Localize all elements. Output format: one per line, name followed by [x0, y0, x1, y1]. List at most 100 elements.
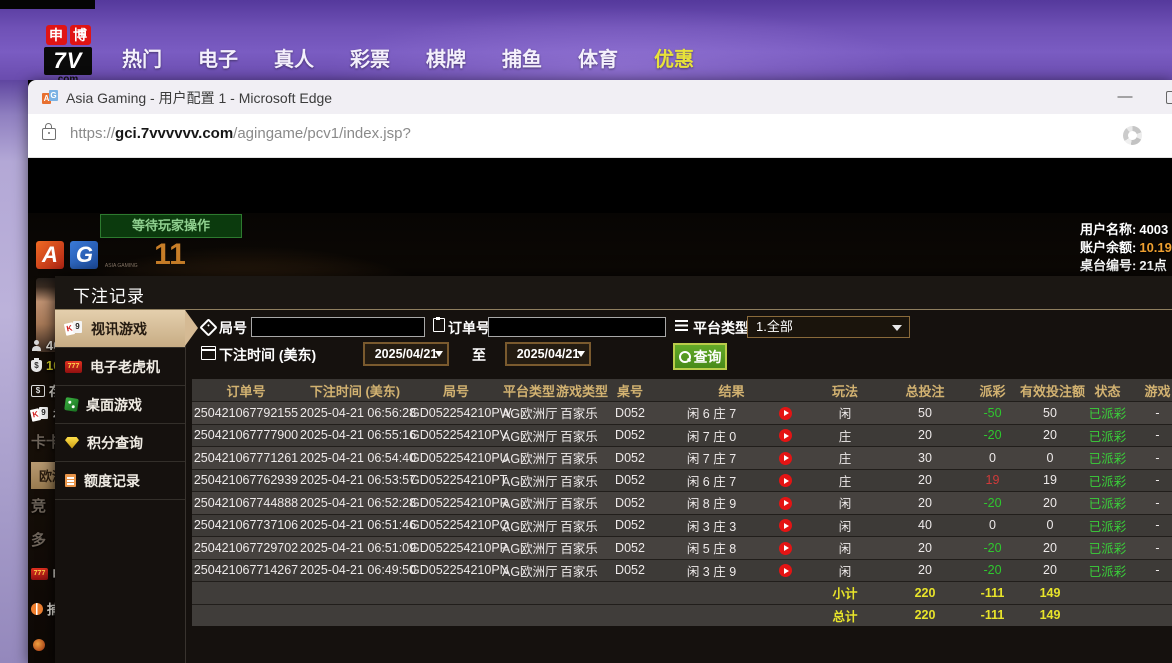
- list-icon: [675, 320, 688, 331]
- sidebar-item-label: 桌面游戏: [86, 395, 142, 415]
- cell: 250421067714267: [192, 563, 300, 577]
- sidebar-item-视讯游戏[interactable]: 视讯游戏: [55, 310, 185, 348]
- cell: -50: [965, 406, 1020, 420]
- cell: 已派彩: [1080, 493, 1135, 512]
- nav-item-真人[interactable]: 真人: [274, 43, 314, 72]
- date-from-select[interactable]: 2025/04/21: [363, 342, 449, 366]
- round-number-input[interactable]: [251, 317, 425, 337]
- cell: 2025-04-21 06:52:28: [300, 496, 410, 510]
- search-icon: [679, 351, 691, 363]
- cell: 50: [1020, 406, 1080, 420]
- sidebar-item-额度记录[interactable]: 额度记录: [55, 462, 185, 500]
- cell: 2025-04-21 06:54:40: [300, 451, 410, 465]
- cell: 小计: [805, 583, 885, 602]
- table-row: 2504210677629392025-04-21 06:53:57GD0522…: [192, 469, 1172, 492]
- strip-item-竞[interactable]: 竞: [31, 495, 46, 516]
- cell: -111: [965, 608, 1020, 622]
- play-icon[interactable]: [779, 407, 792, 420]
- cell: GD052254210PR: [410, 496, 502, 510]
- slot777-icon: [31, 568, 48, 580]
- strip-item-多[interactable]: 多: [31, 529, 46, 550]
- sidebar-item-桌面游戏[interactable]: 桌面游戏: [55, 386, 185, 424]
- column-header: 桌号: [602, 381, 658, 400]
- play-icon[interactable]: [779, 452, 792, 465]
- cell: 闲: [805, 538, 885, 557]
- cell: 已派彩: [1080, 471, 1135, 490]
- play-icon[interactable]: [779, 429, 792, 442]
- play-icon[interactable]: [779, 474, 792, 487]
- cell: 20: [885, 473, 965, 487]
- game-content: 等待玩家操作 11 A G ASIA GAMING 用户名称:4003账户余额:…: [28, 158, 1172, 663]
- cell: 20: [1020, 563, 1080, 577]
- cell: 0: [965, 518, 1020, 532]
- table-row: 2504210677712612025-04-21 06:54:40GD0522…: [192, 446, 1172, 469]
- play-icon[interactable]: [779, 564, 792, 577]
- maximize-button[interactable]: [1166, 91, 1172, 104]
- date-to-select[interactable]: 2025/04/21: [505, 342, 591, 366]
- table-row: 2504210677297022025-04-21 06:51:09GD0522…: [192, 536, 1172, 559]
- cell: 闲 7 庄 7: [658, 448, 765, 467]
- panel-title: 下注记录: [73, 282, 145, 307]
- cell: 已派彩: [1080, 403, 1135, 422]
- site-logo[interactable]: 申 博 7V com: [42, 25, 94, 84]
- bet-time-label: 下注时间 (美东): [219, 345, 316, 365]
- cell: 闲: [805, 493, 885, 512]
- nav-item-捕鱼[interactable]: 捕鱼: [502, 43, 542, 72]
- order-number-input[interactable]: [488, 317, 666, 337]
- cell: 2025-04-21 06:49:50: [300, 563, 410, 577]
- column-header: 订单号: [192, 381, 300, 400]
- cell: -111: [965, 586, 1020, 600]
- cell: 40: [885, 518, 965, 532]
- cell: 百家乐: [556, 516, 602, 535]
- table-row: 2504210677448882025-04-21 06:52:28GD0522…: [192, 491, 1172, 514]
- cell: [765, 406, 805, 420]
- column-header: 平台类型: [502, 381, 556, 400]
- play-icon[interactable]: [779, 519, 792, 532]
- nav-item-体育[interactable]: 体育: [578, 43, 618, 72]
- edge-popup-window: A G Asia Gaming - 用户配置 1 - Microsoft Edg…: [28, 80, 1172, 663]
- calendar-icon: [201, 346, 216, 360]
- date-from-value: 2025/04/21: [375, 347, 438, 361]
- lock-icon: [42, 128, 56, 140]
- chevron-down-icon: [892, 325, 902, 331]
- query-button[interactable]: 查询: [673, 343, 727, 370]
- cell: -20: [965, 541, 1020, 555]
- column-header: 结果: [658, 381, 805, 400]
- cell: 250421067729702: [192, 541, 300, 555]
- slot-icon: [65, 361, 82, 373]
- strip-item-label: 多: [31, 529, 46, 550]
- cell: AG欧洲厅: [502, 493, 556, 512]
- nav-item-电子[interactable]: 电子: [198, 43, 238, 72]
- sidebar-item-电子老虎机[interactable]: 电子老虎机: [55, 348, 185, 386]
- cell: 闲: [805, 403, 885, 422]
- nav-item-彩票[interactable]: 彩票: [350, 43, 390, 72]
- platform-select[interactable]: 1.全部: [747, 316, 910, 338]
- chevron-down-icon: [435, 351, 443, 357]
- doc-icon: [65, 474, 76, 487]
- grand-total-row: 总计220-111149: [192, 604, 1172, 627]
- url-text[interactable]: https://gci.7vvvvvv.com/agingame/pcv1/in…: [70, 125, 411, 142]
- play-icon[interactable]: [779, 542, 792, 555]
- cell: [765, 451, 805, 465]
- cell: 0: [1020, 518, 1080, 532]
- logo-badge-shen: 申: [46, 25, 67, 45]
- cell: 2025-04-21 06:53:57: [300, 473, 410, 487]
- cell: -: [1135, 496, 1172, 510]
- nav-item-热门[interactable]: 热门: [122, 43, 162, 72]
- sidebar-item-积分查询[interactable]: 积分查询: [55, 424, 185, 462]
- chevron-down-icon: [577, 351, 585, 357]
- play-icon[interactable]: [779, 497, 792, 510]
- cell: GD052254210PV: [410, 428, 502, 442]
- cell: D052: [602, 473, 658, 487]
- window-title: Asia Gaming - 用户配置 1 - Microsoft Edge: [66, 88, 332, 108]
- subtotal-row: 小计220-111149: [192, 581, 1172, 604]
- refresh-icon[interactable]: [1123, 126, 1142, 145]
- cell: 19: [965, 473, 1020, 487]
- cell: 30: [885, 451, 965, 465]
- cell: 总计: [805, 606, 885, 625]
- url-bar[interactable]: https://gci.7vvvvvv.com/agingame/pcv1/in…: [28, 114, 1172, 158]
- nav-item-棋牌[interactable]: 棋牌: [426, 43, 466, 72]
- nav-item-优惠[interactable]: 优惠: [654, 43, 694, 72]
- column-header: 游戏: [1135, 381, 1172, 400]
- minimize-button[interactable]: —: [1114, 86, 1136, 108]
